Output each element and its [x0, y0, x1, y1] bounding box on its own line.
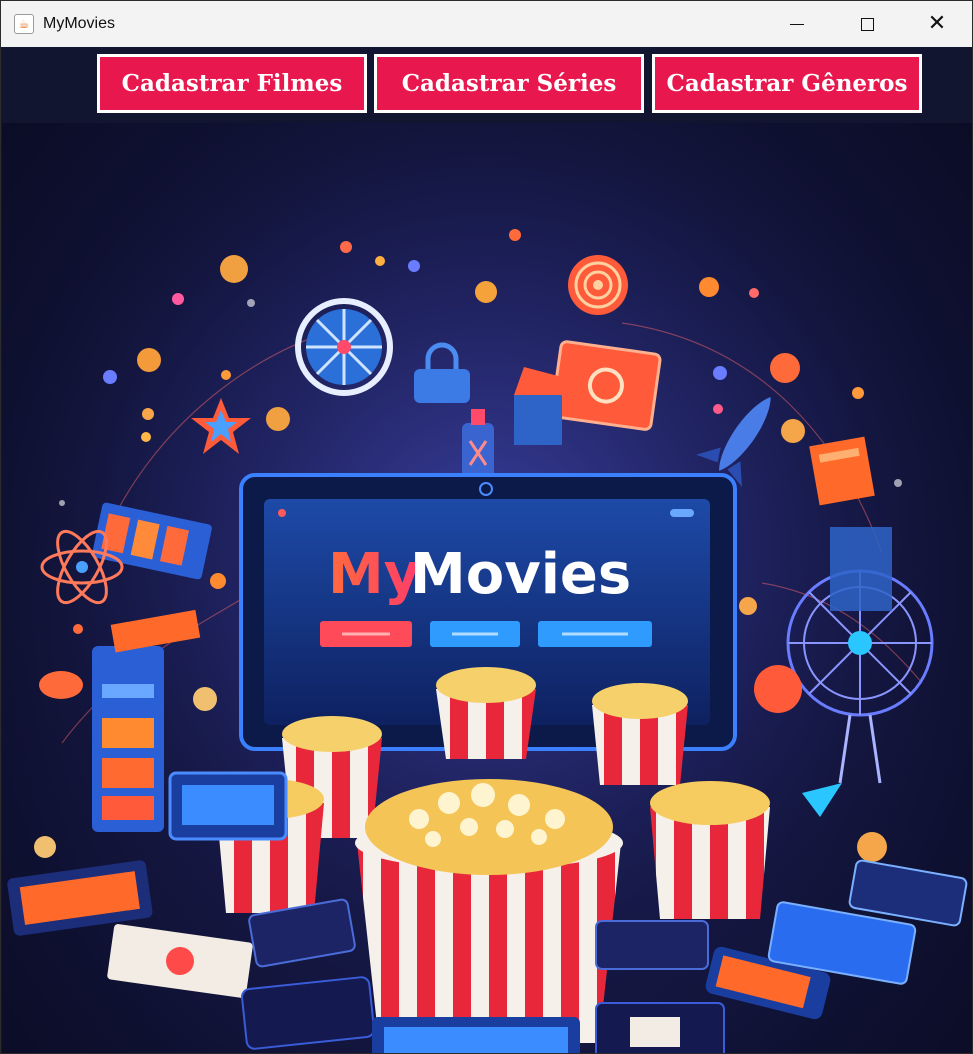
cadastrar-filmes-button[interactable]: Cadastrar Filmes — [97, 54, 367, 113]
logo-my: My — [328, 542, 420, 607]
app-window: ☕ MyMovies ✕ Cadastrar Filmes Cadastrar … — [0, 0, 973, 1054]
mymovies-banner-image: My Movies — [2, 123, 972, 1053]
close-button[interactable]: ✕ — [902, 1, 972, 47]
target-graphic — [568, 255, 628, 315]
cadastrar-series-button[interactable]: Cadastrar Séries — [374, 54, 644, 113]
window-controls: ✕ — [762, 1, 972, 47]
window-title: MyMovies — [43, 15, 116, 32]
java-cup-icon: ☕ — [14, 14, 34, 34]
maximize-icon — [860, 17, 874, 31]
minimize-button[interactable] — [762, 1, 832, 47]
wheel-graphic-left — [295, 298, 393, 396]
maximize-button[interactable] — [832, 1, 902, 47]
logo-movies: Movies — [410, 542, 631, 607]
minimize-icon — [790, 23, 804, 25]
main-content: Cadastrar Filmes Cadastrar Séries Cadast… — [2, 47, 972, 1053]
close-icon: ✕ — [927, 11, 947, 36]
cadastrar-generos-button[interactable]: Cadastrar Gêneros — [652, 54, 922, 113]
play-card-graphic — [550, 340, 662, 431]
title-bar[interactable]: ☕ MyMovies ✕ — [1, 1, 972, 47]
